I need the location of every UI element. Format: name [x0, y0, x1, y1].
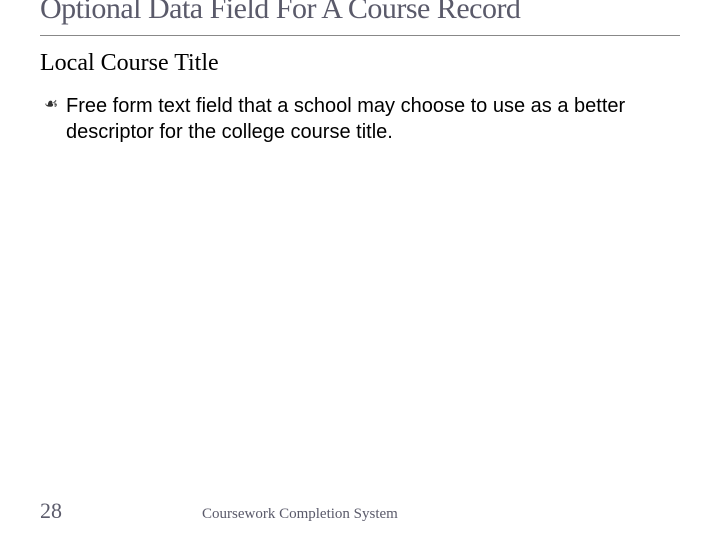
title-divider	[40, 35, 680, 36]
bullet-list: ☙ Free form text field that a school may…	[40, 93, 680, 145]
bullet-marker-icon: ☙	[44, 95, 58, 116]
slide-container: Optional Data Field For A Course Record …	[0, 0, 720, 532]
subheading: Local Course Title	[40, 50, 680, 77]
footer: 28 Coursework Completion System	[40, 498, 680, 524]
footer-label: Coursework Completion System	[202, 506, 398, 523]
bullet-text: Free form text field that a school may c…	[66, 95, 625, 143]
page-number: 28	[40, 498, 62, 524]
bullet-item: ☙ Free form text field that a school may…	[66, 93, 680, 145]
slide-title: Optional Data Field For A Course Record	[40, 0, 680, 27]
